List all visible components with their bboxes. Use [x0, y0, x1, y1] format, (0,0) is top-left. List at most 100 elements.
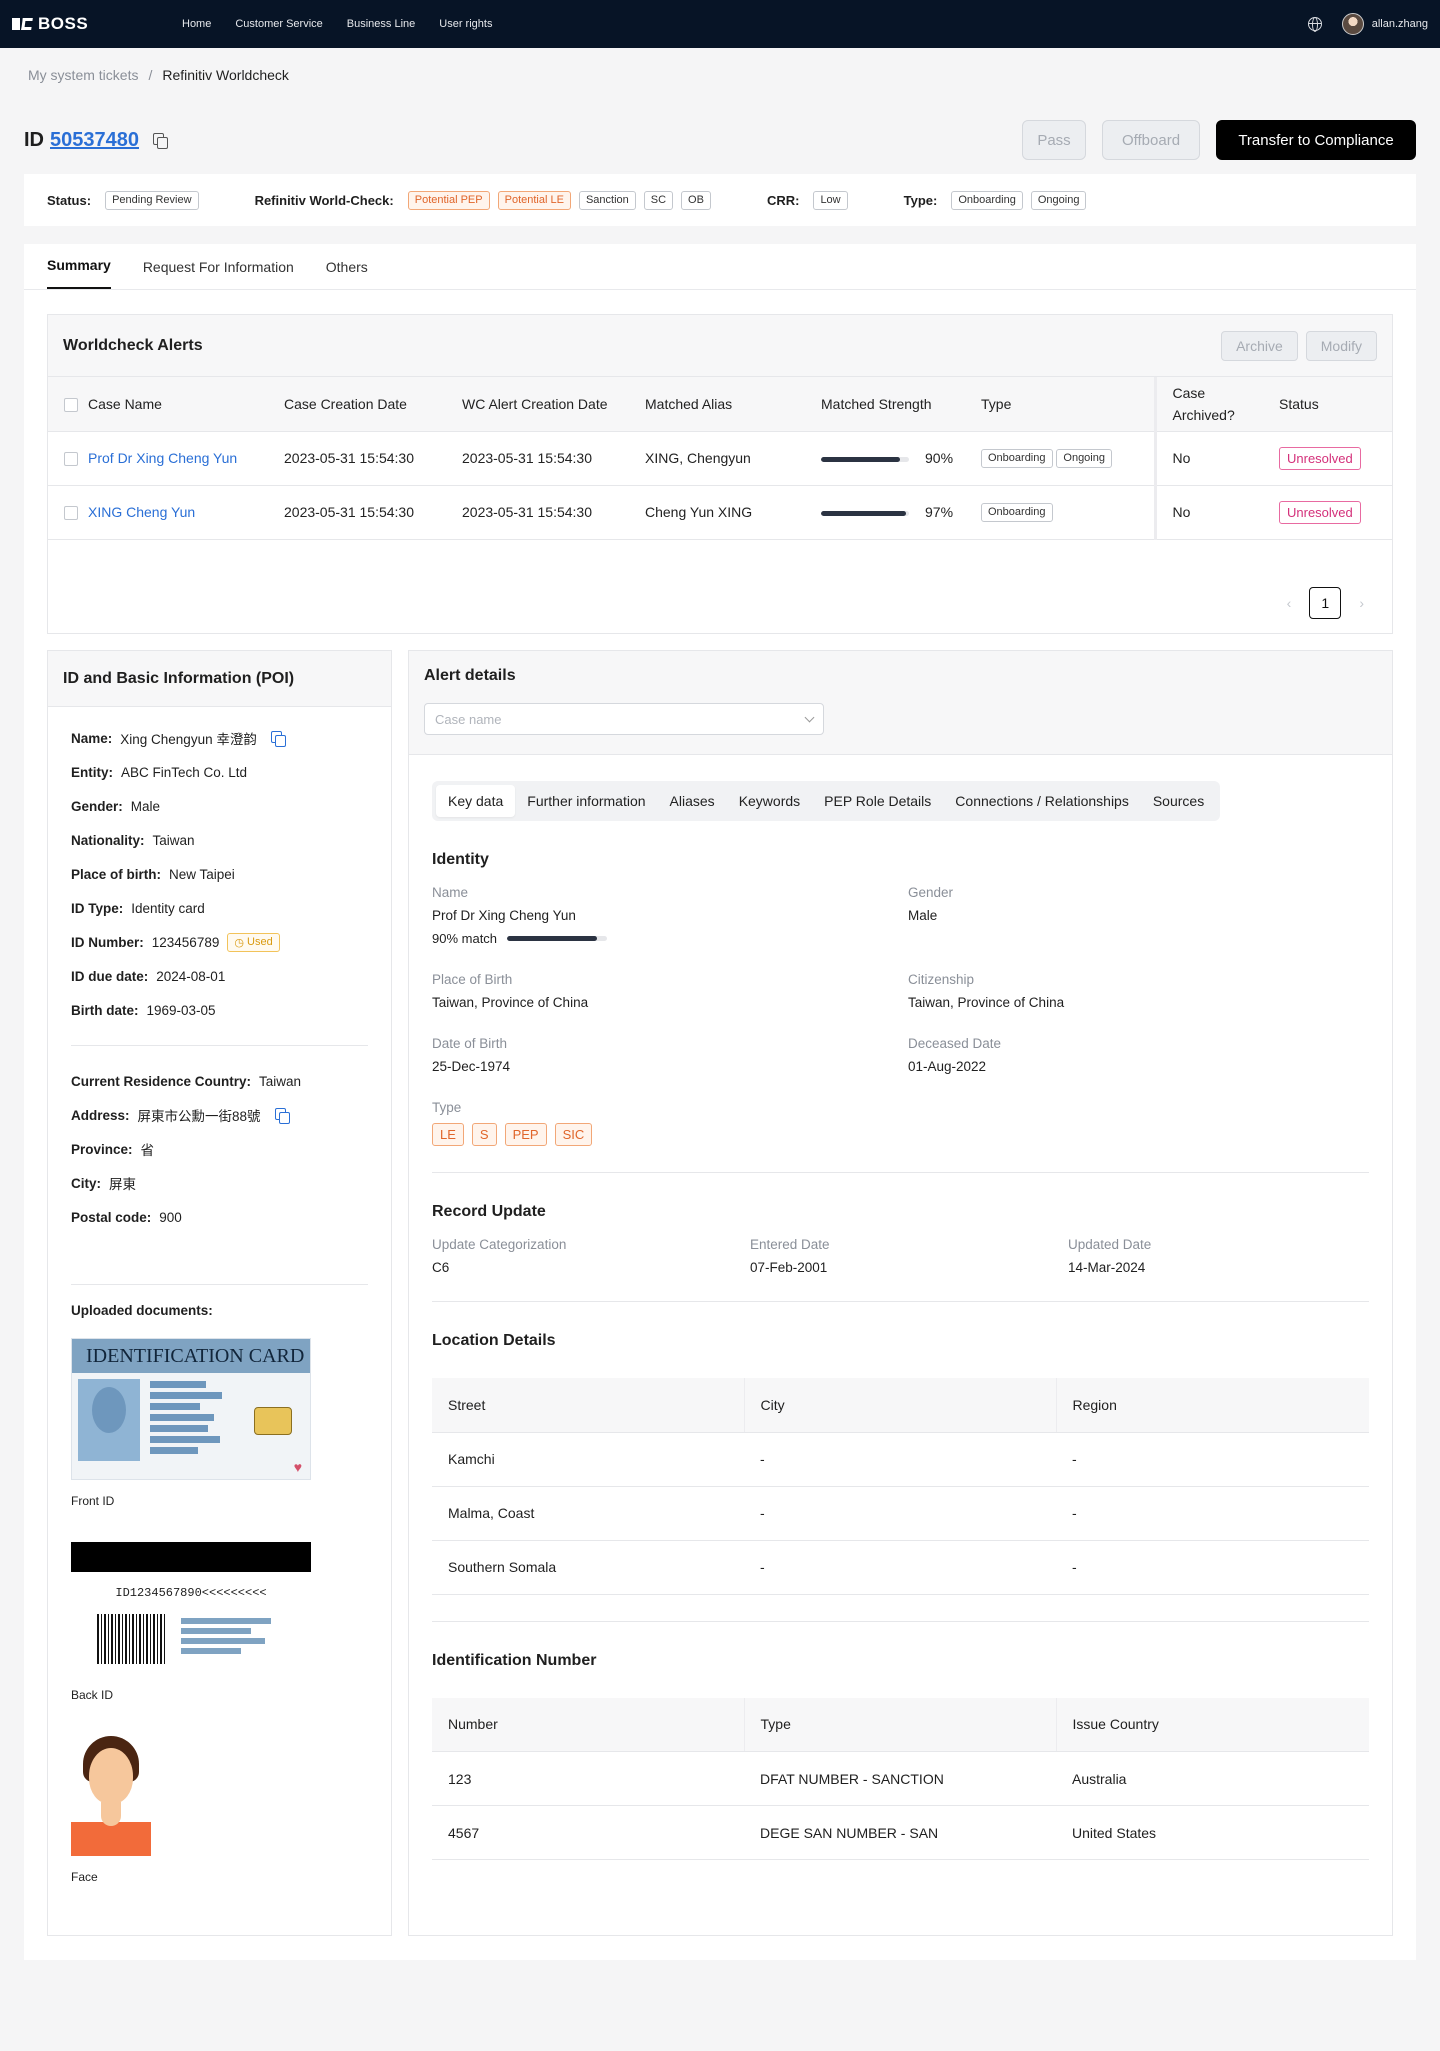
col-street: Street — [432, 1378, 744, 1433]
breadcrumb-system-tickets[interactable]: My system tickets — [28, 67, 138, 83]
language-globe-icon[interactable] — [1307, 17, 1322, 32]
front-id-caption: Front ID — [71, 1494, 115, 1508]
tab-further-information[interactable]: Further information — [515, 785, 657, 817]
nav-home[interactable]: Home — [182, 18, 211, 30]
identification-title: Identification Number — [432, 1651, 597, 1669]
identification-section: Identification Number Number Type Issue … — [432, 1651, 1369, 1860]
id-card-title: IDENTIFICATION CARD — [72, 1339, 310, 1373]
avatar — [1341, 13, 1364, 35]
status-group: Status: Pending Review — [47, 190, 199, 210]
case-archived: No — [1153, 431, 1263, 486]
update-categorization: Update Categorization C6 — [432, 1237, 567, 1275]
divider — [432, 1620, 1369, 1622]
poi-nationality: Nationality: Taiwan — [71, 832, 195, 848]
strength-bar — [821, 456, 909, 462]
alerts-header: Worldcheck Alerts Archive Modify — [48, 315, 1392, 377]
strength-bar-fill — [821, 510, 907, 516]
strength-value: 97% — [925, 504, 954, 520]
archive-button[interactable]: Archive — [1221, 330, 1298, 361]
face-doc[interactable]: Face — [71, 1736, 368, 1884]
ticket-header: ID 50537480 Pass Offboard Transfer to Co… — [24, 118, 1416, 162]
user-menu[interactable]: allan.zhang — [1341, 13, 1428, 35]
pass-button[interactable]: Pass — [1022, 120, 1086, 160]
col-type: Type — [965, 377, 1155, 432]
page-number[interactable]: 1 — [1309, 587, 1342, 619]
nav-customer-service[interactable]: Customer Service — [235, 18, 322, 30]
type-tag-le: LE — [432, 1123, 464, 1146]
offboard-button[interactable]: Offboard — [1102, 120, 1200, 160]
topbar-right: allan.zhang — [1307, 13, 1428, 35]
nav-business-line[interactable]: Business Line — [347, 18, 416, 30]
poi-postal-code: Postal code: 900 — [71, 1209, 182, 1225]
type-tag-s: S — [471, 1123, 497, 1146]
tab-request-for-information[interactable]: Request For Information — [143, 259, 294, 289]
barcode-icon — [97, 1614, 167, 1664]
prev-page-icon[interactable]: ‹ — [1287, 595, 1292, 611]
brand-logo[interactable]: BOSS — [12, 14, 182, 34]
back-id-caption: Back ID — [71, 1688, 114, 1702]
type-tag-sic: SIC — [554, 1123, 593, 1146]
select-all-checkbox[interactable] — [64, 397, 78, 412]
row-checkbox[interactable] — [64, 452, 78, 467]
table-row: Kamchi - - — [432, 1432, 1369, 1487]
col-matched-alias: Matched Alias — [629, 377, 805, 432]
wc-tag-sc: SC — [643, 190, 674, 210]
tab-keywords[interactable]: Keywords — [727, 785, 812, 817]
case-name-select[interactable]: Case name — [424, 703, 824, 735]
copy-name-icon[interactable] — [270, 731, 286, 747]
tab-aliases[interactable]: Aliases — [658, 785, 727, 817]
top-nav-bar: BOSS Home Customer Service Business Line… — [0, 0, 1440, 48]
tab-sources[interactable]: Sources — [1141, 785, 1216, 817]
brand-name: BOSS — [38, 14, 89, 33]
poi-id-number: ID Number: 123456789 ◷ Used — [71, 925, 368, 959]
tab-key-data[interactable]: Key data — [436, 785, 516, 817]
poi-entity: Entity: ABC FinTech Co. Ltd — [71, 764, 248, 780]
identity-place-of-birth: Place of Birth Taiwan, Province of China — [432, 972, 589, 1010]
breadcrumb: My system tickets / Refinitiv Worldcheck — [0, 48, 1440, 102]
main-tabs: Summary Request For Information Others — [24, 244, 1416, 290]
poi-body: Name: Xing Chengyun 幸澄韵 Entity: ABC FinTec… — [48, 707, 391, 1898]
tab-summary[interactable]: Summary — [47, 257, 111, 289]
ticket-id-link[interactable]: 50537480 — [50, 129, 139, 152]
copy-id-icon[interactable] — [152, 133, 168, 149]
sim-chip-icon — [254, 1407, 292, 1435]
row-checkbox[interactable] — [64, 506, 78, 521]
nav-user-rights[interactable]: User rights — [439, 18, 492, 30]
copy-address-icon[interactable] — [274, 1108, 290, 1124]
face-caption: Face — [71, 1870, 98, 1884]
worldcheck-alerts-panel: Worldcheck Alerts Archive Modify Case Na… — [47, 314, 1393, 634]
case-name-link[interactable]: XING Cheng Yun — [88, 504, 195, 520]
record-update-title: Record Update — [432, 1203, 546, 1220]
poi-address: Address: 屏東市公勳一街88號 — [71, 1098, 368, 1132]
type-tag: Onboarding — [981, 502, 1053, 522]
poi-birth-date: Birth date: 1969-03-05 — [71, 1002, 216, 1018]
tab-connections[interactable]: Connections / Relationships — [943, 785, 1141, 817]
identity-name: Name Prof Dr Xing Cheng Yun 90% match — [432, 885, 908, 946]
modify-button[interactable]: Modify — [1305, 330, 1377, 361]
table-row: Prof Dr Xing Cheng Yun 2023-05-31 15:54:… — [48, 431, 1392, 486]
worldcheck-group: Refinitiv World-Check: Potential PEP Pot… — [255, 190, 711, 210]
type-tag: Ongoing — [1056, 448, 1112, 468]
crr-group: CRR: Low — [767, 190, 848, 210]
breadcrumb-current: Refinitiv Worldcheck — [162, 67, 289, 83]
col-case-name: Case Name — [48, 377, 268, 432]
case-name-cell: Prof Dr Xing Cheng Yun — [48, 431, 268, 486]
wc-alert-creation-date: 2023-05-31 15:54:30 — [446, 485, 629, 540]
username: allan.zhang — [1371, 18, 1428, 30]
ticket-actions: Pass Offboard Transfer to Compliance — [1022, 120, 1416, 160]
strength-bar-fill — [821, 456, 901, 462]
poi-province: Province: 省 — [71, 1141, 155, 1159]
poi-title: ID and Basic Information (POI) — [48, 651, 391, 707]
divider — [71, 1045, 368, 1046]
matched-alias: XING, Chengyun — [629, 431, 805, 486]
type-tag-onboarding: Onboarding — [951, 190, 1023, 210]
detail-tabs: Key data Further information Aliases Key… — [432, 781, 1221, 821]
divider — [432, 1172, 1369, 1173]
back-id-doc[interactable]: ID1234567890<<<<<<<<< Back ID — [71, 1542, 368, 1702]
tab-pep-role-details[interactable]: PEP Role Details — [812, 785, 943, 817]
case-name-link[interactable]: Prof Dr Xing Cheng Yun — [88, 450, 237, 466]
transfer-to-compliance-button[interactable]: Transfer to Compliance — [1216, 120, 1416, 160]
tab-others[interactable]: Others — [326, 259, 368, 289]
next-page-icon[interactable]: › — [1359, 595, 1364, 611]
front-id-doc[interactable]: IDENTIFICATION CARD ♥ Front ID — [71, 1338, 368, 1508]
